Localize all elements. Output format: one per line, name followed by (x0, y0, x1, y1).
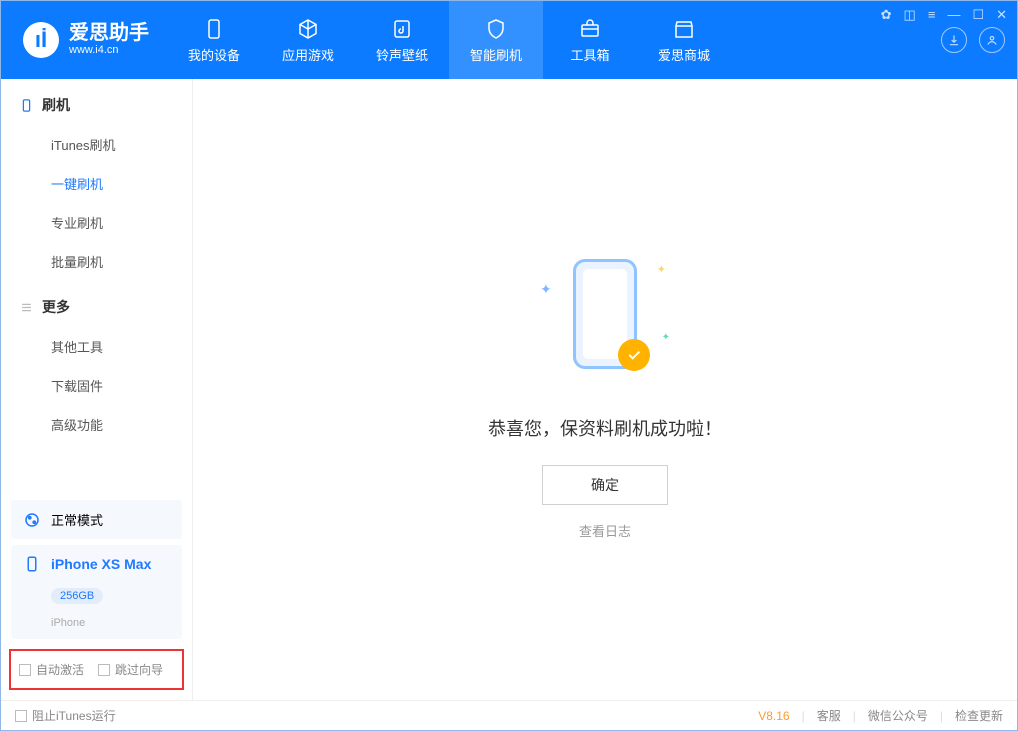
music-icon (390, 17, 414, 41)
shield-icon (484, 17, 508, 41)
app-subtitle: www.i4.cn (69, 43, 149, 57)
cube-icon (296, 17, 320, 41)
sidebar: 刷机 iTunes刷机 一键刷机 专业刷机 批量刷机 更多 其他工具 下载固件 … (1, 79, 193, 700)
account-button[interactable] (979, 27, 1005, 53)
main-content: ✦ ✦ ✦ 恭喜您，保资料刷机成功啦！ 确定 查看日志 (193, 79, 1017, 700)
tab-label: 工具箱 (570, 45, 609, 64)
checkbox-label: 自动激活 (36, 661, 84, 678)
sparkle-icon: ✦ (540, 281, 552, 298)
sidebar-item-batch-flash[interactable]: 批量刷机 (1, 242, 192, 281)
menu-icon[interactable]: ≡ (928, 7, 936, 23)
sidebar-section-more: 更多 (1, 281, 192, 327)
device-icon (202, 17, 226, 41)
download-button[interactable] (941, 27, 967, 53)
download-icon (947, 33, 961, 47)
footer-link-support[interactable]: 客服 (817, 707, 841, 724)
options-highlight-box: 自动激活 跳过向导 (9, 649, 184, 690)
user-icon (985, 33, 999, 47)
view-log-link[interactable]: 查看日志 (579, 521, 631, 540)
phone-icon (23, 555, 41, 573)
device-capacity: 256GB (51, 588, 103, 604)
checkbox-icon (98, 664, 110, 676)
check-badge-icon (618, 339, 650, 371)
menu-lines-icon (19, 300, 34, 315)
sidebar-item-itunes-flash[interactable]: iTunes刷机 (1, 125, 192, 164)
footer-link-check-update[interactable]: 检查更新 (955, 707, 1003, 724)
device-card[interactable]: iPhone XS Max 256GB iPhone (11, 545, 182, 639)
checkbox-label: 跳过向导 (115, 661, 163, 678)
nav-tabs: 我的设备 应用游戏 铃声壁纸 智能刷机 工具箱 爱思商城 (167, 1, 731, 79)
logo-area: ıİ 爱思助手 www.i4.cn (1, 1, 167, 79)
store-icon (672, 17, 696, 41)
minimize-icon[interactable]: — (947, 7, 960, 23)
checkbox-icon (15, 710, 27, 722)
sidebar-item-pro-flash[interactable]: 专业刷机 (1, 203, 192, 242)
theme-icon[interactable]: ◫ (904, 7, 916, 23)
sidebar-item-other-tools[interactable]: 其他工具 (1, 327, 192, 366)
section-title: 刷机 (42, 95, 70, 115)
tab-label: 智能刷机 (470, 45, 522, 64)
tab-my-device[interactable]: 我的设备 (167, 1, 261, 79)
checkbox-auto-activate[interactable]: 自动激活 (19, 661, 84, 678)
mode-label: 正常模式 (51, 510, 103, 529)
device-name: iPhone XS Max (51, 556, 151, 572)
header-bar: ✿ ◫ ≡ — ☐ ✕ ıİ 爱思助手 www.i4.cn 我的设备 应用游戏 … (1, 1, 1017, 79)
sidebar-item-onekey-flash[interactable]: 一键刷机 (1, 164, 192, 203)
sidebar-item-advanced[interactable]: 高级功能 (1, 405, 192, 444)
checkbox-block-itunes[interactable]: 阻止iTunes运行 (15, 707, 116, 724)
checkbox-label: 阻止iTunes运行 (32, 707, 116, 724)
tab-toolbox[interactable]: 工具箱 (543, 1, 637, 79)
checkbox-skip-guide[interactable]: 跳过向导 (98, 661, 163, 678)
phone-icon (19, 98, 34, 113)
version-label: V8.16 (758, 709, 789, 723)
settings-icon[interactable]: ✿ (881, 7, 892, 23)
logo-icon: ıİ (23, 22, 59, 58)
footer-bar: 阻止iTunes运行 V8.16 | 客服 | 微信公众号 | 检查更新 (1, 700, 1017, 730)
tab-label: 我的设备 (188, 45, 240, 64)
tab-label: 爱思商城 (658, 45, 710, 64)
tab-ringtones-wallpaper[interactable]: 铃声壁纸 (355, 1, 449, 79)
window-controls: ✿ ◫ ≡ — ☐ ✕ (881, 7, 1007, 23)
success-illustration: ✦ ✦ ✦ (530, 239, 680, 389)
mode-card[interactable]: 正常模式 (11, 500, 182, 539)
app-title: 爱思助手 (69, 23, 149, 43)
checkbox-icon (19, 664, 31, 676)
device-type: iPhone (51, 617, 85, 629)
tab-apps-games[interactable]: 应用游戏 (261, 1, 355, 79)
toolbox-icon (578, 17, 602, 41)
tab-label: 铃声壁纸 (376, 45, 428, 64)
sidebar-item-download-firmware[interactable]: 下载固件 (1, 366, 192, 405)
maximize-icon[interactable]: ☐ (972, 7, 984, 23)
footer-link-wechat[interactable]: 微信公众号 (868, 707, 928, 724)
sparkle-icon: ✦ (657, 263, 666, 276)
sparkle-icon: ✦ (662, 332, 670, 343)
mode-icon (23, 511, 41, 529)
tab-store[interactable]: 爱思商城 (637, 1, 731, 79)
success-message: 恭喜您，保资料刷机成功啦！ (488, 415, 722, 441)
section-title: 更多 (42, 297, 70, 317)
sidebar-section-flash: 刷机 (1, 79, 192, 125)
ok-button[interactable]: 确定 (542, 465, 668, 505)
tab-label: 应用游戏 (282, 45, 334, 64)
close-icon[interactable]: ✕ (996, 7, 1007, 23)
tab-smart-flash[interactable]: 智能刷机 (449, 1, 543, 79)
